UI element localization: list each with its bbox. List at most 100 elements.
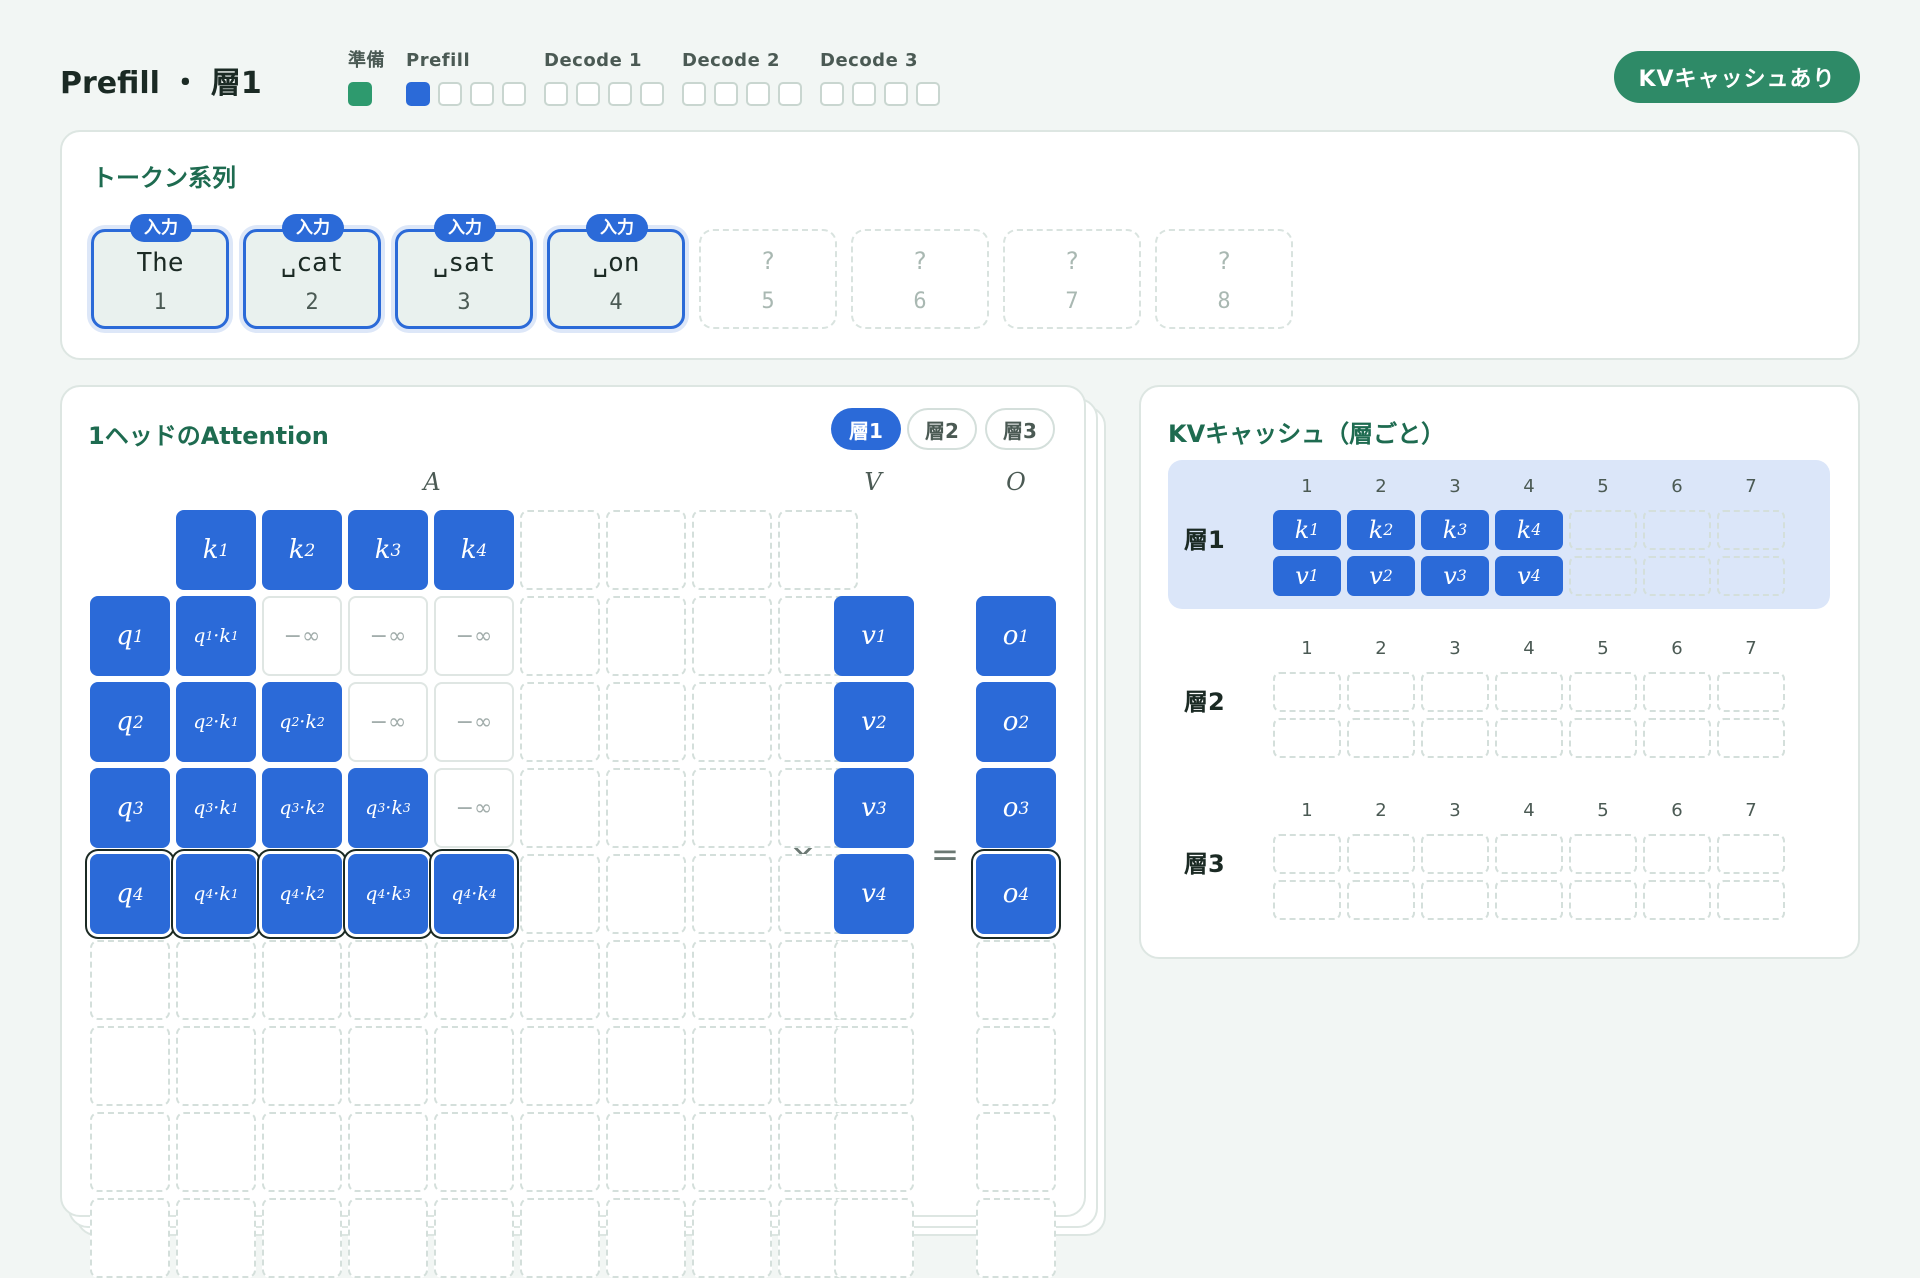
score-cell-empty: [434, 1026, 514, 1106]
score-cell: q 4 ·k 4: [434, 854, 514, 934]
score-cell-empty: [176, 1198, 256, 1278]
kv-value-cell-empty: [1347, 718, 1415, 758]
kv-layer-label: 層1: [1184, 526, 1225, 554]
score-cell-empty: [606, 768, 686, 848]
phase-step-box: [916, 82, 940, 106]
phase-label: Prefill: [406, 50, 471, 71]
score-cell-empty: [176, 940, 256, 1020]
kv-value-cell-empty: [1421, 718, 1489, 758]
score-cell-empty: [262, 1026, 342, 1106]
equals-symbol: =: [930, 835, 960, 875]
score-cell: q 1 ·k 1: [176, 596, 256, 676]
kv-value-cell: v2: [1347, 556, 1415, 596]
label-o: O: [1006, 468, 1026, 496]
value-cell-empty: [834, 1112, 914, 1192]
kv-slot-number: 1: [1301, 476, 1313, 497]
kv-slot-number: 5: [1597, 800, 1609, 821]
output-cell-empty: [976, 1198, 1056, 1278]
query-cell-empty: [90, 1026, 170, 1106]
phase-3: Decode 1: [544, 50, 664, 106]
kv-key-cell-empty: [1273, 672, 1341, 712]
output-cell: o2: [976, 682, 1056, 762]
kv-value-cell-empty: [1495, 880, 1563, 920]
kv-key-cell-empty: [1717, 672, 1785, 712]
phase-step-box: [608, 82, 632, 106]
kv-slot-number: 3: [1449, 638, 1461, 659]
score-cell: q 2 ·k 2: [262, 682, 342, 762]
score-cell: q 3 ·k 3: [348, 768, 428, 848]
phase-2: Prefill: [406, 50, 526, 106]
token-chip: ? 5: [699, 229, 837, 329]
token-index: 2: [305, 290, 319, 315]
kv-slot-number: 1: [1301, 800, 1313, 821]
score-cell: q 3 ·k 2: [262, 768, 342, 848]
score-cell: q 4 ·k 1: [176, 854, 256, 934]
kv-key-cell: k3: [1421, 510, 1489, 550]
output-cell-empty: [976, 1026, 1056, 1106]
score-cell-empty: [606, 682, 686, 762]
layer-tab-3[interactable]: 層3: [985, 408, 1055, 450]
score-cell-empty: [520, 596, 600, 676]
value-cell-empty: [834, 940, 914, 1020]
kv-key-cell-empty: [1643, 510, 1711, 550]
kv-slot-number: 4: [1523, 800, 1535, 821]
score-cell-empty: [520, 682, 600, 762]
kv-value-cell: v3: [1421, 556, 1489, 596]
key-cell-empty: [520, 510, 600, 590]
token-chip: ? 8: [1155, 229, 1293, 329]
kv-key-cell-empty: [1569, 672, 1637, 712]
phase-4: Decode 2: [682, 50, 802, 106]
score-cell-empty: [434, 1112, 514, 1192]
phase-step-box: [544, 82, 568, 106]
phase-boxes: [544, 82, 664, 106]
kv-key-cell-empty: [1569, 510, 1637, 550]
score-cell-empty: [692, 682, 772, 762]
score-cell-empty: [262, 940, 342, 1020]
output-cell: o1: [976, 596, 1056, 676]
phase-step-box: [438, 82, 462, 106]
kv-slot-number: 3: [1449, 476, 1461, 497]
input-badge: 入力: [130, 214, 192, 242]
token-text: ␣on: [592, 248, 640, 278]
key-cell: k1: [176, 510, 256, 590]
token-index: 1: [153, 290, 167, 315]
kv-key-cell-empty: [1347, 834, 1415, 874]
kv-value-cell-empty: [1717, 880, 1785, 920]
kv-key-cell-empty: [1643, 672, 1711, 712]
phase-step-box: [778, 82, 802, 106]
kv-key-cell-empty: [1495, 672, 1563, 712]
phase-label: Decode 3: [820, 50, 919, 71]
phase-5: Decode 3: [820, 50, 940, 106]
layer-tab-1[interactable]: 層1: [831, 408, 901, 450]
masked-cell: −∞: [434, 596, 514, 676]
phase-step-box: [682, 82, 706, 106]
phase-step-box: [852, 82, 876, 106]
score-cell-empty: [606, 1026, 686, 1106]
token-text: ?: [912, 247, 928, 275]
kv-key-cell: k4: [1495, 510, 1563, 550]
token-chip: 入力 ␣on 4: [547, 214, 685, 329]
layer-tab-2[interactable]: 層2: [907, 408, 977, 450]
kv-key-cell-empty: [1273, 834, 1341, 874]
kv-cache-toggle[interactable]: KVキャッシュあり: [1614, 51, 1860, 103]
token-text: ␣cat: [280, 248, 344, 278]
key-cell-empty: [692, 510, 772, 590]
kv-value-cell-empty: [1273, 718, 1341, 758]
phase-step-box: [576, 82, 600, 106]
input-badge: 入力: [282, 214, 344, 242]
kv-slot-number: 3: [1449, 800, 1461, 821]
kv-slot-number: 7: [1745, 638, 1757, 659]
query-cell: q1: [90, 596, 170, 676]
phase-step-box: [714, 82, 738, 106]
token-text: ␣sat: [432, 248, 496, 278]
query-cell: q2: [90, 682, 170, 762]
phase-boxes: [406, 82, 526, 106]
output-cell: o4: [976, 854, 1056, 934]
score-cell-empty: [520, 768, 600, 848]
query-cell: q3: [90, 768, 170, 848]
kv-layer-label: 層3: [1184, 850, 1225, 878]
score-cell-empty: [692, 596, 772, 676]
kv-key-cell-empty: [1495, 834, 1563, 874]
page-title: Prefill ・ 層1: [60, 66, 262, 101]
kv-value-cell-empty: [1717, 718, 1785, 758]
